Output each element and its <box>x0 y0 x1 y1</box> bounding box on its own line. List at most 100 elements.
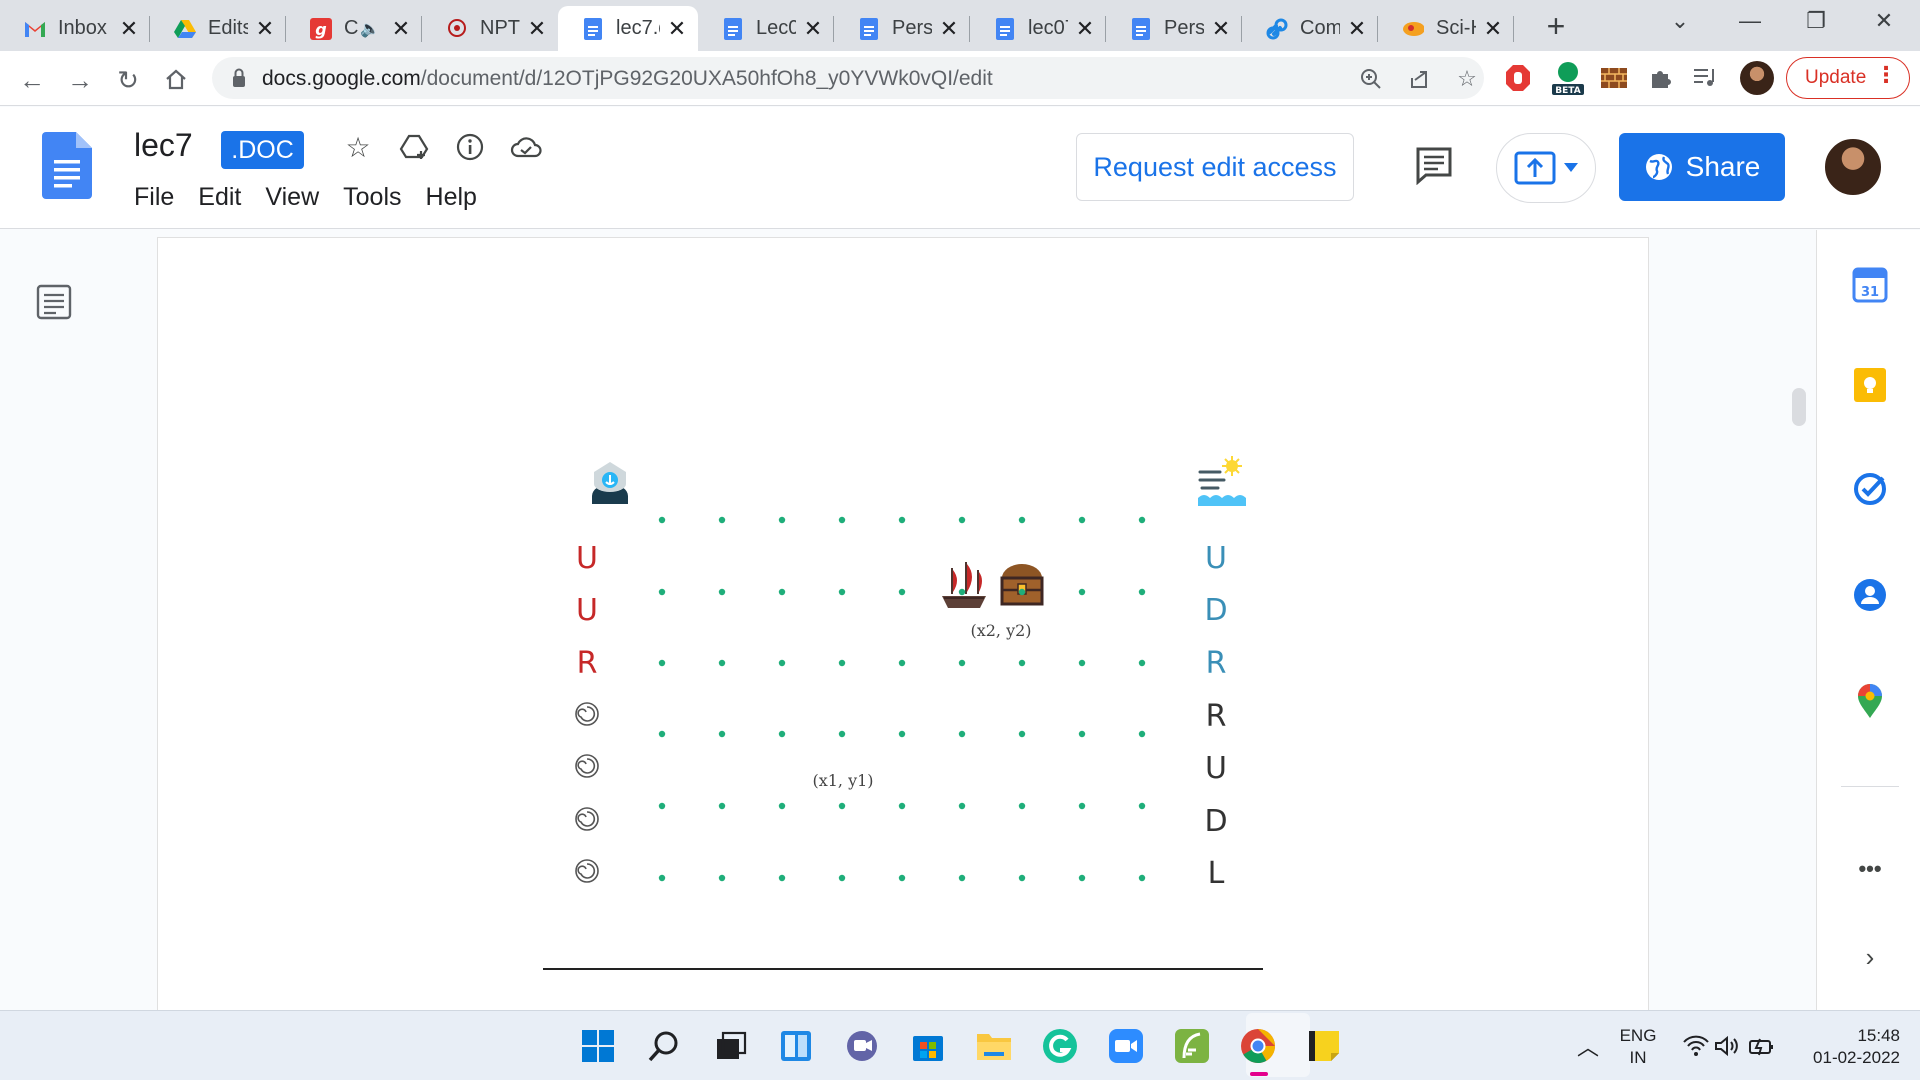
tab-lec07[interactable]: Lec07 ✕ <box>698 6 834 51</box>
tab-title: Com <box>1300 17 1340 39</box>
show-hidden-icons-chevron[interactable]: ︿ <box>1568 1026 1608 1066</box>
google-docs-logo[interactable] <box>42 132 92 199</box>
close-icon[interactable]: ✕ <box>802 16 824 42</box>
tab-title: lec7.doc <box>616 17 660 39</box>
restore-button[interactable]: ❐ <box>1796 8 1836 34</box>
grid-dot <box>898 588 906 596</box>
language-indicator[interactable]: ENG IN <box>1614 1025 1662 1069</box>
menu-view[interactable]: View <box>265 183 319 212</box>
extensions-puzzle-icon[interactable] <box>1644 62 1676 94</box>
google-tasks-icon[interactable] <box>1851 470 1889 508</box>
reload-button[interactable]: ↻ <box>108 60 148 100</box>
document-outline-icon[interactable] <box>36 284 72 320</box>
share-button[interactable]: Share <box>1619 133 1785 201</box>
menu-edit[interactable]: Edit <box>198 183 241 212</box>
menu-tools[interactable]: Tools <box>343 183 401 212</box>
tab-search-chevron-icon[interactable]: ⌄ <box>1660 8 1700 34</box>
clock[interactable]: 15:48 01-02-2022 <box>1792 1025 1900 1069</box>
new-tab-button[interactable]: + <box>1536 8 1576 45</box>
windows-start-icon[interactable] <box>578 1026 618 1066</box>
forward-button[interactable]: → <box>60 60 100 100</box>
tab-inbox[interactable]: Inbox ✕ <box>0 6 150 51</box>
battery-charging-icon[interactable] <box>1742 1026 1782 1066</box>
comment-history-icon[interactable] <box>1414 145 1454 185</box>
tab-grammarly[interactable]: g C 🔈 ✕ <box>286 6 422 51</box>
share-page-icon[interactable] <box>1404 64 1434 94</box>
back-button[interactable]: ← <box>12 60 52 100</box>
chevron-down-icon <box>1564 163 1578 172</box>
close-icon[interactable]: ✕ <box>1210 16 1232 42</box>
adblock-icon[interactable] <box>1502 62 1534 94</box>
tab-lec7-doc[interactable]: lec7.doc ✕ <box>558 6 698 51</box>
expand-panel-chevron-icon[interactable]: › <box>1851 938 1889 976</box>
google-calendar-icon[interactable]: 31 <box>1851 266 1889 304</box>
tab-sci-hub[interactable]: Sci-H ✕ <box>1378 6 1514 51</box>
home-button[interactable] <box>156 60 196 100</box>
beta-extension-icon[interactable]: BETA <box>1548 60 1588 96</box>
widgets-icon[interactable] <box>776 1026 816 1066</box>
close-icon[interactable]: ✕ <box>1346 16 1368 42</box>
menu-file[interactable]: File <box>134 183 174 212</box>
globe-icon <box>1645 154 1672 180</box>
speaker-icon[interactable]: 🔈 <box>360 19 380 39</box>
request-edit-access-button[interactable]: Request edit access <box>1076 133 1354 201</box>
tab-nptel[interactable]: NPTEL ✕ <box>422 6 558 51</box>
chrome-icon[interactable] <box>1238 1026 1278 1066</box>
tab-edits[interactable]: Edits ✕ <box>150 6 286 51</box>
microsoft-store-icon[interactable] <box>908 1026 948 1066</box>
close-icon[interactable]: ✕ <box>938 16 960 42</box>
account-avatar[interactable] <box>1823 137 1883 197</box>
close-icon[interactable]: ✕ <box>526 16 548 42</box>
present-button[interactable] <box>1496 133 1596 203</box>
grid-dot <box>778 730 786 738</box>
address-bar[interactable]: docs.google.com/document/d/12OTjPG92G20U… <box>212 57 1484 99</box>
grammarly-icon[interactable] <box>1040 1026 1080 1066</box>
task-view-icon[interactable] <box>710 1026 750 1066</box>
feather-app-icon[interactable] <box>1172 1026 1212 1066</box>
close-window-button[interactable]: ✕ <box>1864 8 1904 34</box>
grid-dot <box>658 588 666 596</box>
close-icon[interactable]: ✕ <box>1074 16 1096 42</box>
menu-help[interactable]: Help <box>426 183 477 212</box>
sticky-notes-icon[interactable] <box>1304 1026 1344 1066</box>
tab-perso-b[interactable]: Perso ✕ <box>1106 6 1242 51</box>
vertical-scrollbar-thumb[interactable] <box>1792 388 1806 426</box>
close-icon[interactable]: ✕ <box>390 16 412 42</box>
star-icon[interactable]: ☆ <box>340 129 376 165</box>
minimize-button[interactable]: — <box>1730 8 1770 34</box>
tab-lec07-b[interactable]: lec07 ✕ <box>970 6 1106 51</box>
more-horizontal-icon[interactable]: ••• <box>1851 850 1889 888</box>
close-icon[interactable]: ✕ <box>254 16 276 42</box>
google-keep-icon[interactable] <box>1851 366 1889 404</box>
update-button[interactable]: Update ⋮ <box>1786 57 1910 99</box>
grid-dot <box>778 516 786 524</box>
search-icon[interactable] <box>644 1026 684 1066</box>
add-to-drive-icon[interactable] <box>396 129 432 165</box>
cloud-status-icon[interactable] <box>508 129 544 165</box>
teams-chat-icon[interactable] <box>842 1026 882 1066</box>
close-icon[interactable]: ✕ <box>118 16 140 42</box>
more-vert-icon: ⋮ <box>1875 62 1897 87</box>
google-docs-icon <box>994 17 1016 40</box>
media-controls-icon[interactable] <box>1690 62 1722 94</box>
bookmark-star-icon[interactable]: ☆ <box>1452 64 1482 94</box>
profile-avatar[interactable] <box>1740 61 1774 95</box>
left-move-letter: U <box>576 593 598 628</box>
tab-com[interactable]: Com ✕ <box>1242 6 1378 51</box>
close-icon[interactable]: ✕ <box>1482 16 1504 42</box>
file-explorer-icon[interactable] <box>974 1026 1014 1066</box>
google-maps-icon[interactable] <box>1851 682 1889 720</box>
brick-wall-extension-icon[interactable] <box>1598 62 1630 94</box>
clock-time: 15:48 <box>1857 1026 1900 1045</box>
document-page[interactable]: (x2, y2) (x1, y1) UUR UDRRUDL <box>158 238 1648 1010</box>
zoom-icon[interactable] <box>1356 64 1386 94</box>
tab-perso[interactable]: Perso ✕ <box>834 6 970 51</box>
document-title[interactable]: lec7 <box>134 127 193 164</box>
google-contacts-icon[interactable] <box>1851 576 1889 614</box>
zoom-meetings-icon[interactable] <box>1106 1026 1146 1066</box>
info-icon[interactable] <box>452 129 488 165</box>
close-icon[interactable]: ✕ <box>666 16 688 42</box>
right-move-column: UDRRUDL <box>1204 541 1227 891</box>
link-icon <box>1266 18 1288 40</box>
grid-dot <box>718 588 726 596</box>
